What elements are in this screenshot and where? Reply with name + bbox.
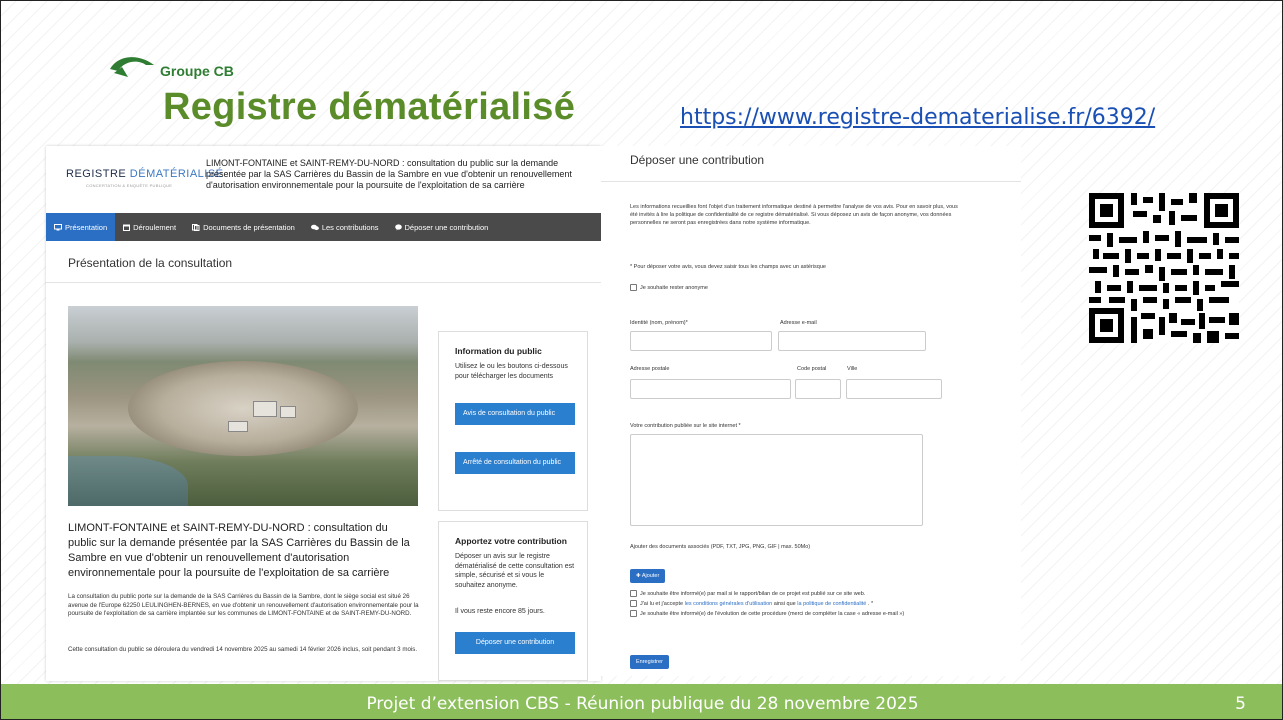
notify-procedure-option[interactable]: Je souhaite être informé(e) de l'évoluti… [630, 610, 975, 618]
quarry-pit [128, 361, 358, 456]
address-input[interactable] [630, 379, 791, 399]
nav-deposer[interactable]: Déposer une contribution [387, 213, 497, 241]
qr-code-icon [1089, 193, 1239, 343]
nav-contributions-label: Les contributions [321, 222, 379, 232]
registry-header: REGISTRE DÉMATÉRIALISÉ CONCERTATION & EN… [46, 146, 601, 214]
privacy-policy-link[interactable]: la politique de confidentialité [797, 601, 866, 607]
page-number: 5 [1235, 694, 1246, 714]
footer-bar: Projet d’extension CBS - Réunion publiqu… [1, 684, 1282, 719]
anonymous-checkbox[interactable] [630, 284, 637, 292]
slide: Groupe CB Registre dématérialisé https:/… [0, 0, 1283, 720]
city-label: Ville [847, 366, 858, 372]
nav-presentation-label: Présentation [65, 222, 108, 232]
notify-report-option[interactable]: Je souhaite être informé(e) par mail si … [630, 590, 975, 598]
days-remaining: Il vous reste encore 85 jours. [455, 608, 545, 615]
nav-deroulement-label: Déroulement [133, 222, 177, 232]
quarry-building [280, 406, 296, 418]
logo-text: Groupe CB [160, 63, 234, 79]
notify-report-label: Je souhaite être informé(e) par mail si … [640, 591, 866, 597]
quarry-aerial-photo [68, 306, 418, 506]
contribution-label: Votre contribution publiée sur le site i… [630, 423, 741, 429]
nav-documents-label: Documents de présentation [203, 222, 295, 232]
quarry-building [228, 421, 248, 432]
submit-button[interactable]: Enregistrer [630, 655, 669, 669]
info-public-text: Utilisez le ou les boutons ci-dessous po… [455, 363, 568, 380]
deposer-contribution-button[interactable]: Déposer une contribution [455, 632, 575, 654]
documents-icon [192, 223, 200, 231]
avis-consultation-button[interactable]: Avis de consultation du public [455, 403, 575, 425]
terms-link[interactable]: les conditions générales d'utilisation [685, 601, 773, 607]
presentation-title: Présentation de la consultation [68, 256, 233, 270]
groupe-cb-logo: Groupe CB [108, 51, 234, 81]
anonymous-option[interactable]: Je souhaite rester anonyme [630, 284, 708, 292]
form-heading: Déposer une contribution [630, 153, 765, 167]
consultation-dates: Cette consultation du public se dérouler… [68, 646, 418, 653]
comments-icon [310, 224, 319, 230]
terms-checkbox[interactable] [630, 600, 637, 608]
address-label: Adresse postale [630, 366, 670, 372]
registry-presentation-screenshot: REGISTRE DÉMATÉRIALISÉ CONCERTATION & EN… [46, 146, 601, 681]
comment-icon [394, 223, 402, 230]
consultation-paragraph: La consultation du public porte sur la d… [68, 593, 419, 617]
groupe-cb-logo-icon [110, 57, 154, 77]
anonymous-label: Je souhaite rester anonyme [640, 285, 708, 291]
city-input[interactable] [846, 379, 942, 399]
quarry-building [253, 401, 277, 417]
notify-report-checkbox[interactable] [630, 590, 637, 598]
identity-input[interactable] [630, 331, 772, 351]
registry-description: LIMONT-FONTAINE et SAINT-REMY-DU-NORD : … [206, 158, 572, 190]
slide-title: Registre dématérialisé [163, 86, 576, 128]
quarry-water [68, 456, 188, 506]
registry-logo-subtitle: CONCERTATION & ENQUÊTE PUBLIQUE [86, 183, 173, 188]
notify-procedure-checkbox[interactable] [630, 610, 637, 618]
postal-code-input[interactable] [795, 379, 841, 399]
divider [46, 282, 601, 283]
arrete-consultation-button[interactable]: Arrêté de consultation du public [455, 452, 575, 474]
nav-deroulement[interactable]: Déroulement [115, 213, 184, 241]
info-public-box: Information du public Utilisez le ou les… [438, 331, 588, 511]
contribution-text: Déposer un avis sur le registre dématéri… [455, 553, 575, 589]
email-label: Adresse e-mail [780, 320, 817, 326]
required-note: * Pour déposer votre avis, vous devez sa… [630, 264, 826, 270]
attachments-label: Ajouter des documents associés (PDF, TXT… [630, 544, 811, 550]
email-input[interactable] [778, 331, 926, 351]
contribution-heading: Apportez votre contribution [455, 536, 567, 546]
add-attachment-label: Ajouter [641, 573, 660, 579]
registry-navbar: Présentation Déroulement Documents de pr… [46, 213, 601, 241]
terms-label: J'ai lu et j'accepte [640, 601, 685, 607]
terms-label-end: . * [866, 601, 874, 607]
postal-code-label: Code postal [797, 366, 827, 372]
registry-logo: REGISTRE DÉMATÉRIALISÉ [66, 168, 224, 180]
nav-documents[interactable]: Documents de présentation [184, 213, 303, 241]
registry-url-link[interactable]: https://www.registre-dematerialise.fr/63… [680, 105, 1155, 130]
info-public-heading: Information du public [455, 346, 542, 356]
footer-text: Projet d’extension CBS - Réunion publiqu… [366, 694, 919, 714]
registry-logo-part1: REGISTRE [66, 168, 130, 180]
consultation-heading: LIMONT-FONTAINE et SAINT-REMY-DU-NORD : … [68, 522, 410, 579]
calendar-icon [123, 224, 131, 231]
privacy-intro: Les informations recueillies font l'obje… [630, 204, 958, 226]
add-attachment-button[interactable]: ✚ Ajouter [630, 569, 666, 583]
divider [601, 181, 1021, 182]
terms-option[interactable]: J'ai lu et j'accepte les conditions géné… [630, 600, 975, 608]
identity-label: Identité (nom, prénom)* [630, 320, 688, 326]
contribution-form-screenshot: Déposer une contribution Les information… [601, 146, 1021, 676]
terms-label-mid: ainsi que [772, 601, 798, 607]
contribution-textarea[interactable] [630, 434, 923, 526]
nav-contributions[interactable]: Les contributions [303, 213, 387, 241]
contribution-box: Apportez votre contribution Déposer un a… [438, 521, 588, 681]
nav-presentation[interactable]: Présentation [46, 213, 116, 241]
nav-deposer-label: Déposer une contribution [404, 222, 489, 232]
monitor-icon [54, 223, 62, 230]
notify-procedure-label: Je souhaite être informé(e) de l'évoluti… [640, 611, 905, 617]
